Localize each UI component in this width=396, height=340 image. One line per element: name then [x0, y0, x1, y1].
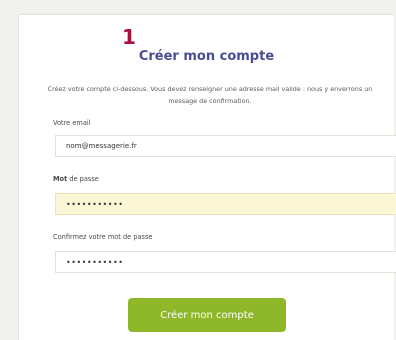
intro-text: Créez votre compte ci-dessous. Vous deve…: [47, 85, 373, 105]
confirm-password-field[interactable]: [55, 251, 396, 273]
email-field[interactable]: [55, 135, 396, 157]
page-title: Créer mon compte: [138, 49, 275, 64]
signup-card: 1 Créer mon compte Créez votre compte ci…: [18, 14, 396, 340]
password-label: Mot de passe: [53, 175, 99, 183]
create-account-button[interactable]: Créer mon compte: [128, 298, 286, 332]
confirm-password-label: Confirmez votre mot de passe: [53, 233, 153, 241]
password-label-bold: Mot: [53, 175, 68, 183]
step-number: 1: [122, 25, 136, 49]
email-label: Votre email: [53, 119, 91, 127]
password-field[interactable]: [55, 193, 396, 215]
password-label-rest: de passe: [67, 175, 99, 183]
